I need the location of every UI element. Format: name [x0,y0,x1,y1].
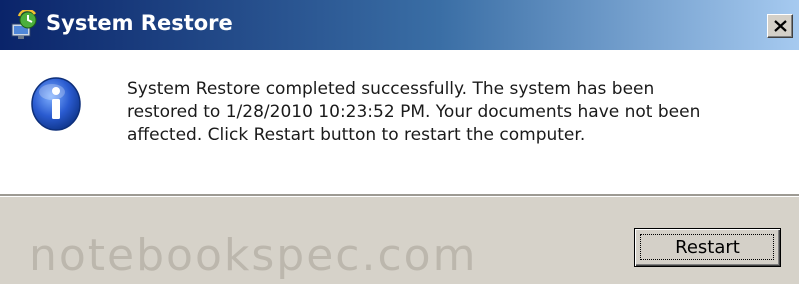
message-line: affected. Click Restart button to restar… [127,125,586,145]
message-line: System Restore completed successfully. T… [127,79,655,99]
restart-button-label: Restart [675,237,740,258]
watermark: notebookspec.com [29,230,478,281]
message-text: System Restore completed successfully. T… [127,78,792,147]
system-restore-icon [9,8,39,40]
message-line: restored to 1/28/2010 10:23:52 PM. Your … [127,102,701,122]
system-restore-dialog: System Restore System Restore completed … [0,0,799,284]
message-area: System Restore completed successfully. T… [0,50,799,194]
close-button[interactable] [767,14,793,38]
window-title: System Restore [46,11,233,35]
close-icon [774,20,787,32]
button-bar: notebookspec.com Restart [0,197,799,284]
restart-button[interactable]: Restart [634,228,781,267]
info-icon [30,75,82,131]
title-bar[interactable]: System Restore [0,0,799,50]
